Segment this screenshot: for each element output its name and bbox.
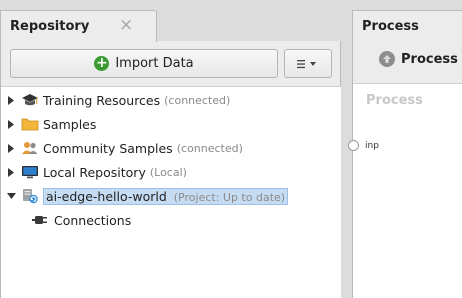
folder-icon xyxy=(21,116,39,132)
tree-item-connections[interactable]: Connections xyxy=(32,209,131,231)
input-port[interactable] xyxy=(348,140,359,151)
app-window: Repository × + Import Data Training Reso… xyxy=(0,0,462,298)
repository-menu-button[interactable] xyxy=(284,49,332,78)
monitor-icon xyxy=(21,164,39,180)
tree-item-meta: (connected) xyxy=(176,141,243,155)
process-panel: Process Process Process inp xyxy=(348,10,462,298)
tree-item-local-repository[interactable]: Local Repository (Local) xyxy=(1,161,187,183)
expand-arrow-icon[interactable] xyxy=(4,167,18,177)
plug-icon xyxy=(32,212,50,228)
repository-tree: Training Resources (connected) Samples C… xyxy=(1,86,341,298)
tree-item-label: Connections xyxy=(54,212,132,228)
tree-item-training-resources[interactable]: Training Resources (connected) xyxy=(1,89,230,111)
tab-process[interactable]: Process xyxy=(353,11,462,41)
process-icon xyxy=(379,51,395,67)
graduation-cap-icon xyxy=(21,92,39,108)
process-toolbar: Process xyxy=(353,41,462,84)
expand-arrow-icon[interactable] xyxy=(4,143,18,153)
process-breadcrumb-button[interactable]: Process xyxy=(379,51,458,67)
community-icon xyxy=(21,140,39,156)
tree-item-meta: (Project: Up to date) xyxy=(173,190,286,204)
import-data-label: Import Data xyxy=(115,56,194,71)
import-data-button[interactable]: + Import Data xyxy=(10,49,278,78)
process-canvas-title: Process xyxy=(366,93,423,108)
tree-item-label: Local Repository xyxy=(43,164,146,180)
hamburger-dropdown-icon xyxy=(297,59,316,68)
process-tab-title: Process xyxy=(362,19,419,34)
repository-panel: + Import Data Training Resources (connec… xyxy=(0,41,341,298)
tree-item-meta: (Local) xyxy=(149,165,187,179)
tree-item-label: Community Samples xyxy=(43,140,173,156)
tab-repository[interactable]: Repository × xyxy=(0,10,157,42)
tree-item-label: ai-edge-hello-world xyxy=(46,188,167,204)
tree-item-project[interactable]: ai-edge-hello-world (Project: Up to date… xyxy=(1,185,289,207)
expand-arrow-icon[interactable] xyxy=(4,119,18,129)
plus-icon: + xyxy=(94,55,110,71)
process-button-label: Process xyxy=(401,51,458,67)
repository-tab-title: Repository xyxy=(10,19,90,34)
tree-item-community-samples[interactable]: Community Samples (connected) xyxy=(1,137,243,159)
tree-item-meta: (connected) xyxy=(164,93,231,107)
collapse-arrow-icon[interactable] xyxy=(4,193,18,199)
tree-item-label: Samples xyxy=(43,116,97,132)
expand-arrow-icon[interactable] xyxy=(4,95,18,105)
project-icon xyxy=(21,188,39,204)
input-port-label: inp xyxy=(365,141,379,151)
tree-item-label: Training Resources xyxy=(43,92,161,108)
close-icon[interactable]: × xyxy=(119,16,133,34)
selected-label: ai-edge-hello-world (Project: Up to date… xyxy=(43,187,289,205)
tree-item-samples[interactable]: Samples xyxy=(1,113,96,135)
